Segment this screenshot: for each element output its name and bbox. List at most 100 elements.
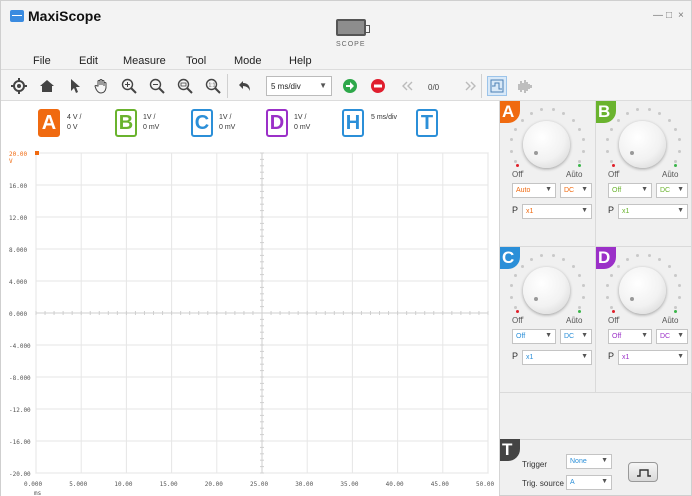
- trigger-source-dropdown[interactable]: A ▼: [566, 475, 612, 490]
- off-led: [516, 310, 519, 313]
- spectrum-view-icon[interactable]: [515, 76, 535, 96]
- undo-icon[interactable]: [235, 76, 255, 96]
- knob-auto-label: Auto: [566, 316, 583, 325]
- chevron-down-icon: ▼: [677, 353, 684, 360]
- menu-tool[interactable]: Tool: [186, 55, 206, 67]
- channel-d-range-dropdown[interactable]: Off ▼: [608, 329, 652, 344]
- channel-d-scale: 1V /: [294, 114, 307, 121]
- channel-c-coupling-dropdown[interactable]: DC ▼: [560, 329, 592, 344]
- pointer-cursor-icon[interactable]: [65, 76, 85, 96]
- y-tick-label: 20.00: [9, 151, 27, 158]
- zoom-reset-icon[interactable]: 1:1: [203, 76, 223, 96]
- knob-scale-dot: [625, 111, 629, 115]
- knob-scale-dot: [578, 273, 582, 277]
- menu-measure[interactable]: Measure: [123, 55, 166, 67]
- channel-d-coupling-dropdown[interactable]: DC ▼: [656, 329, 688, 344]
- settings-gear-icon[interactable]: [9, 76, 29, 96]
- y-tick-label: 12.00: [9, 215, 27, 222]
- channel-a-range-dropdown[interactable]: Auto ▼: [512, 183, 556, 198]
- channel-a-range-knob[interactable]: [523, 121, 570, 168]
- knob-scale-dot: [513, 306, 517, 310]
- knob-scale-dot: [658, 257, 662, 261]
- chevron-down-icon: ▼: [581, 353, 588, 360]
- knob-scale-dot: [667, 118, 671, 122]
- timebase-value: 5 ms/div: [271, 82, 301, 91]
- auto-led: [578, 310, 581, 313]
- trigger-mode-dropdown[interactable]: None ▼: [566, 454, 612, 469]
- channel-c-range-dropdown[interactable]: Off ▼: [512, 329, 556, 344]
- menu-help[interactable]: Help: [289, 55, 312, 67]
- channel-b-probe-dropdown[interactable]: x1 ▼: [618, 204, 688, 219]
- knob-scale-dot: [578, 127, 582, 131]
- channel-a-scale: 4 V /: [67, 114, 82, 121]
- knob-scale-dot: [551, 108, 555, 112]
- y-tick-label: -12.00: [9, 407, 31, 414]
- horizontal-timebase-button[interactable]: H: [342, 109, 364, 137]
- channel-b-range-knob[interactable]: [619, 121, 666, 168]
- zoom-fit-icon[interactable]: [175, 76, 195, 96]
- knob-scale-dot: [609, 273, 613, 277]
- channel-a-button[interactable]: A: [38, 109, 60, 137]
- forward-icon[interactable]: [461, 76, 481, 96]
- channel-d-range-knob[interactable]: [619, 267, 666, 314]
- channel-a-coupling-dropdown[interactable]: DC ▼: [560, 183, 592, 198]
- buffer-counter: 0/0: [428, 83, 440, 92]
- run-start-icon[interactable]: [340, 76, 360, 96]
- channel-c-probe-dropdown[interactable]: x1 ▼: [522, 350, 592, 365]
- channel-settings-panel: A Off Auto Auto ▼ DC ▼ Px1 ▼ B Off Auto Off ▼ DC ▼ Px1 ▼ C…: [499, 101, 692, 495]
- close-button[interactable]: ×: [678, 10, 684, 21]
- channel-c-range-knob[interactable]: [523, 267, 570, 314]
- knob-indicator: [630, 297, 634, 301]
- y-tick-label: 16.00: [9, 183, 27, 190]
- hand-pan-icon[interactable]: [91, 76, 111, 96]
- channel-b-coupling-dropdown[interactable]: DC ▼: [656, 183, 688, 198]
- timebase-dropdown[interactable]: 5 ms/div ▼: [266, 76, 332, 96]
- app-title: MaxiScope: [28, 8, 102, 24]
- channel-d-probe-dropdown[interactable]: x1 ▼: [618, 350, 688, 365]
- trigger-button[interactable]: T: [416, 109, 438, 137]
- knob-scale-dot: [520, 264, 524, 268]
- channel-b-button[interactable]: B: [115, 109, 137, 137]
- channel-d-button[interactable]: D: [266, 109, 288, 137]
- stop-icon[interactable]: [368, 76, 388, 96]
- knob-scale-dot: [571, 118, 575, 122]
- menu-file[interactable]: File: [33, 55, 51, 67]
- zoom-out-icon[interactable]: [147, 76, 167, 96]
- knob-scale-dot: [581, 138, 585, 142]
- x-tick-label: 40.00: [386, 481, 404, 488]
- knob-scale-dot: [578, 306, 582, 310]
- knob-scale-dot: [562, 257, 566, 261]
- minimize-button[interactable]: —: [653, 10, 663, 21]
- waveform-view-icon[interactable]: [487, 76, 507, 96]
- channel-d-panel: D Off Auto Off ▼ DC ▼ Px1 ▼: [596, 247, 692, 393]
- maximize-button[interactable]: □: [666, 10, 672, 21]
- channel-a-probe-dropdown[interactable]: x1 ▼: [522, 204, 592, 219]
- plot-grid: 20.00 16.00 12.00 8.000 4.000 0.000 -4.000 -8.0…: [9, 151, 494, 496]
- zoom-in-icon[interactable]: [119, 76, 139, 96]
- knob-scale-dot: [658, 111, 662, 115]
- knob-scale-dot: [674, 273, 678, 277]
- toolbar-divider: [481, 74, 482, 98]
- rewind-icon[interactable]: [397, 76, 417, 96]
- menu-mode[interactable]: Mode: [234, 55, 262, 67]
- chevron-down-icon: ▼: [581, 186, 588, 193]
- x-tick-label: 15.00: [160, 481, 178, 488]
- knob-auto-label: Auto: [662, 316, 679, 325]
- menu-edit[interactable]: Edit: [79, 55, 98, 67]
- knob-scale-dot: [606, 295, 610, 299]
- knob-auto-label: Auto: [566, 170, 583, 179]
- auto-led: [578, 164, 581, 167]
- channel-header: A 4 V / 0 V B 1V / 0 mV C 1V / 0 mV D 1V…: [1, 101, 499, 147]
- knob-scale-dot: [616, 118, 620, 122]
- knob-scale-dot: [510, 284, 514, 288]
- x-tick-label: 50.00: [476, 481, 494, 488]
- knob-scale-dot: [647, 108, 651, 112]
- channel-c-scale: 1V /: [219, 114, 232, 121]
- y-tick-label: 8.000: [9, 247, 27, 254]
- trigger-edge-button[interactable]: [628, 462, 658, 482]
- home-icon[interactable]: [37, 76, 57, 96]
- channel-c-button[interactable]: C: [191, 109, 213, 137]
- waveform-plot[interactable]: 20.00 16.00 12.00 8.000 4.000 0.000 -4.000 -8.0…: [1, 147, 499, 496]
- channel-a-panel: A Off Auto Auto ▼ DC ▼ Px1 ▼: [500, 101, 596, 247]
- channel-b-range-dropdown[interactable]: Off ▼: [608, 183, 652, 198]
